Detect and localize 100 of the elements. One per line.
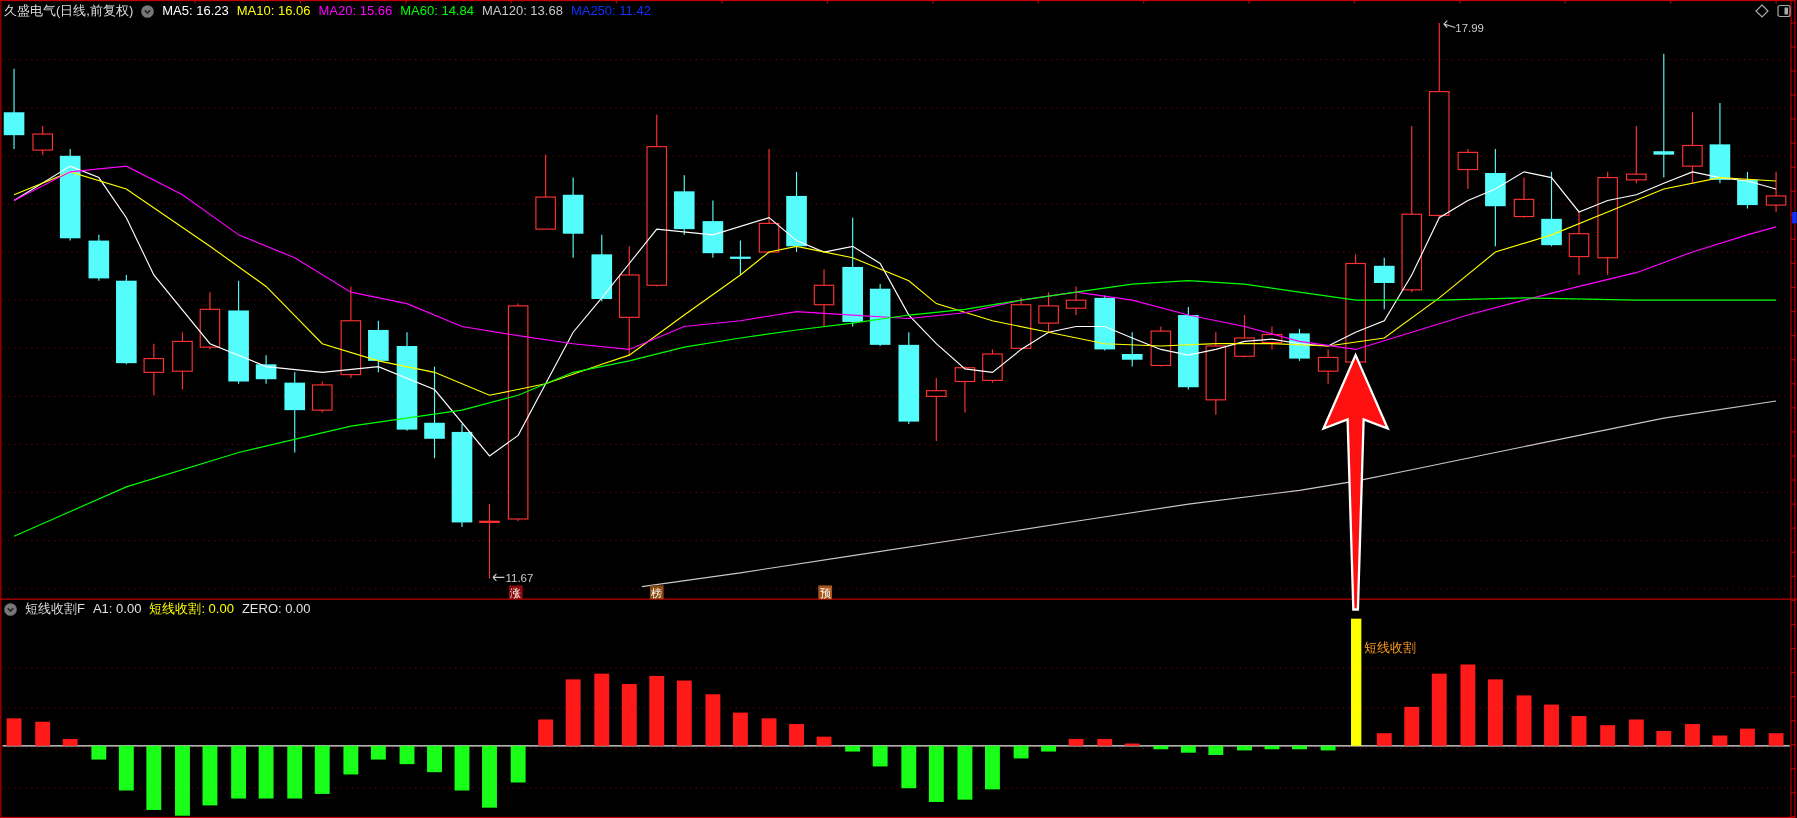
candlestick xyxy=(172,331,193,391)
moving-average-label: MA10: 16.06 xyxy=(236,3,311,19)
histogram-bar xyxy=(62,738,78,746)
candlestick xyxy=(88,234,110,282)
high-price-label: 17.99 xyxy=(1455,22,1484,35)
candlestick xyxy=(1373,257,1395,310)
moving-average-label: MA250: 11.42 xyxy=(570,3,651,19)
histogram-bar xyxy=(202,745,218,806)
dropdown-icon[interactable] xyxy=(141,4,155,18)
candlestick xyxy=(1150,325,1172,368)
indicator-value-label: A1: 0.00 xyxy=(92,601,142,617)
candlestick xyxy=(1317,348,1339,385)
histogram-bar xyxy=(1404,706,1420,746)
histogram-bar xyxy=(146,745,162,810)
signal-label: 短线收割 xyxy=(1363,639,1416,655)
candlestick xyxy=(143,343,165,396)
histogram-bar xyxy=(538,719,554,746)
candlestick xyxy=(1038,291,1059,333)
candlestick xyxy=(982,348,1003,384)
event-marker[interactable]: 预 xyxy=(818,585,833,600)
price-marker xyxy=(1792,211,1797,224)
histogram-bar xyxy=(482,745,497,808)
histogram-bar xyxy=(1571,716,1587,746)
histogram-bar xyxy=(314,745,330,794)
candlestick xyxy=(1568,211,1590,276)
candlestick xyxy=(1261,325,1283,350)
histogram-bar xyxy=(454,745,470,791)
moving-average-label: MA60: 14.84 xyxy=(400,3,474,19)
histogram-bar xyxy=(1068,738,1084,746)
histogram-bar xyxy=(1712,735,1728,746)
histogram-bar xyxy=(1041,745,1057,752)
candlestick xyxy=(1094,295,1116,352)
histogram-bar xyxy=(1740,728,1755,746)
histogram-bar xyxy=(1656,730,1672,746)
histogram-bar xyxy=(565,679,581,746)
histogram-bar xyxy=(1153,745,1169,750)
chart-title: 久盛电气(日线,前复权) xyxy=(4,3,134,19)
histogram-bar xyxy=(1487,679,1503,746)
histogram-bar xyxy=(1208,745,1224,755)
histogram-bar xyxy=(6,718,22,746)
candlestick xyxy=(591,234,613,302)
histogram-bar xyxy=(1516,695,1532,746)
candlestick xyxy=(311,380,333,413)
histogram-bar xyxy=(175,745,190,816)
histogram-bar xyxy=(1264,745,1280,750)
leader-line xyxy=(1443,20,1456,29)
candlestick xyxy=(32,125,53,156)
panel-toggle-icon[interactable] xyxy=(1777,4,1791,18)
indicator-value-label: ZERO: 0.00 xyxy=(241,601,311,617)
histogram-bar xyxy=(35,721,51,746)
histogram-bar xyxy=(1768,733,1784,746)
histogram-bar xyxy=(1180,745,1196,753)
histogram-bar xyxy=(258,745,274,799)
histogram-bar xyxy=(621,683,637,746)
histogram-bar xyxy=(1237,745,1252,751)
candlestick xyxy=(1626,125,1647,184)
dropdown-icon[interactable] xyxy=(4,602,17,616)
candlestick xyxy=(673,174,695,236)
indicator-title: 短线收割F xyxy=(25,601,85,617)
candlestick xyxy=(199,291,221,350)
event-marker[interactable]: 涨 xyxy=(509,585,523,600)
histogram-bar xyxy=(343,745,359,775)
histogram-bar xyxy=(1292,745,1307,750)
histogram-bar xyxy=(1600,725,1616,746)
histogram-bar xyxy=(649,675,665,746)
leader-line xyxy=(492,573,505,582)
candlestick xyxy=(1513,177,1535,219)
candlestick xyxy=(1121,331,1143,368)
histogram-bar xyxy=(928,745,944,802)
candlestick xyxy=(869,283,891,347)
diamond-icon[interactable] xyxy=(1755,4,1769,18)
indicator-value-label: 短线收割: 0.00 xyxy=(149,601,234,617)
histogram-bar xyxy=(427,745,442,773)
candlestick xyxy=(926,377,947,442)
candlestick xyxy=(1457,148,1479,190)
event-marker[interactable]: 榜 xyxy=(649,585,664,600)
histogram-bar xyxy=(1544,704,1559,746)
moving-average-label: MA5: 16.23 xyxy=(162,3,229,19)
candlestick xyxy=(730,240,751,276)
low-price-label: 11.67 xyxy=(505,572,534,584)
candlestick xyxy=(1234,314,1255,359)
candlestick xyxy=(1065,285,1087,316)
histogram-bar xyxy=(872,745,888,767)
histogram-bar xyxy=(901,745,917,789)
candlestick xyxy=(1737,171,1758,210)
histogram-bar xyxy=(816,736,832,746)
moving-average-label: MA120: 13.68 xyxy=(481,3,563,19)
histogram-bar xyxy=(1376,733,1392,746)
candlestick xyxy=(255,354,277,385)
candlestick xyxy=(813,268,835,328)
histogram-bar xyxy=(118,745,134,791)
histogram-bar xyxy=(1320,745,1336,751)
histogram-bar xyxy=(789,724,804,746)
histogram-bar xyxy=(1628,719,1644,746)
histogram-bar xyxy=(510,745,526,783)
candlestick xyxy=(702,199,724,259)
histogram-bar xyxy=(985,745,1000,790)
histogram-bar xyxy=(705,694,721,746)
histogram-bar xyxy=(732,712,748,746)
histogram-bar xyxy=(1097,738,1113,746)
